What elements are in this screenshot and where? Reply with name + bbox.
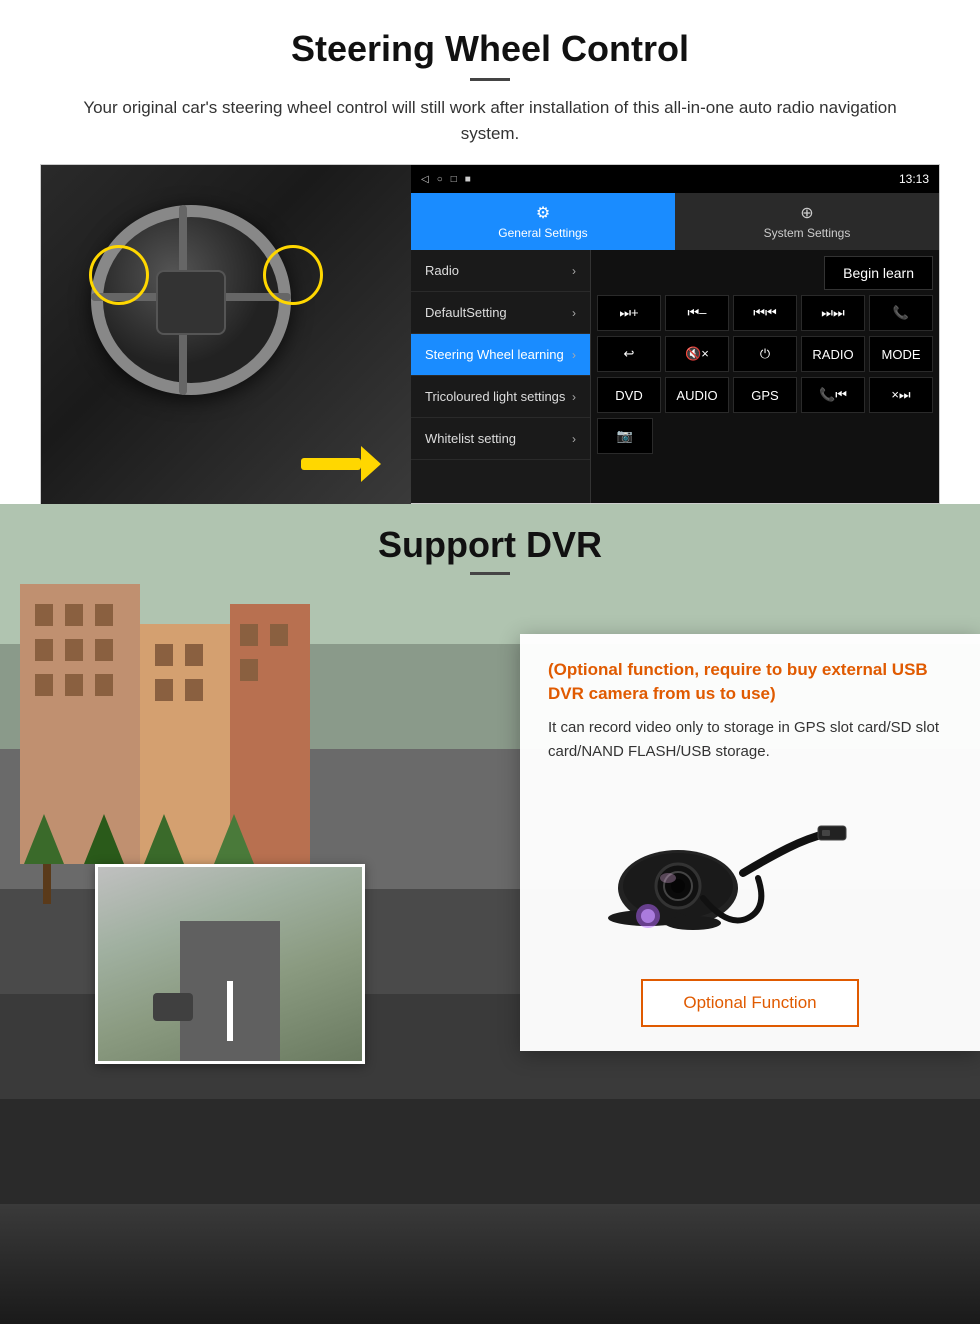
arrow-head	[361, 446, 381, 482]
back-nav-icon[interactable]: ◁	[421, 174, 429, 185]
dvr-title-divider	[470, 572, 510, 575]
android-statusbar: ◁ ○ □ ■ 13:13	[411, 165, 939, 193]
window	[35, 639, 53, 661]
menu-item-whitelist[interactable]: Whitelist setting ›	[411, 418, 590, 460]
tree-top	[84, 814, 124, 864]
window	[240, 624, 258, 646]
window	[185, 644, 203, 666]
gear-icon: ⚙	[417, 203, 669, 223]
chevron-icon: ›	[572, 348, 576, 362]
recent-nav-icon[interactable]: □	[451, 174, 457, 185]
window	[35, 674, 53, 696]
mute-next-button[interactable]: ×⏭	[869, 377, 933, 413]
window	[185, 679, 203, 701]
menu-panel: Radio › DefaultSetting › Steering Wheel …	[411, 250, 591, 503]
dvr-description: It can record video only to storage in G…	[548, 716, 952, 764]
dvr-button[interactable]: 📷	[597, 418, 653, 454]
ctrl-row-4: 📷	[597, 418, 933, 454]
tab-general-settings[interactable]: ⚙ General Settings	[411, 193, 675, 250]
dvr-optional-text: (Optional function, require to buy exter…	[548, 658, 952, 706]
radio-button[interactable]: RADIO	[801, 336, 865, 372]
tab-general-label: General Settings	[498, 226, 587, 240]
window	[240, 659, 258, 681]
phone-prev-button[interactable]: 📞⏮	[801, 377, 865, 413]
next-track-button[interactable]: ⏭⏭	[801, 295, 865, 331]
window	[65, 639, 83, 661]
window	[35, 604, 53, 626]
begin-learn-button[interactable]: Begin learn	[824, 256, 933, 290]
tree-trunk	[43, 864, 51, 904]
vol-down-button[interactable]: ⏮–	[665, 295, 729, 331]
control-panel: Begin learn ⏭+ ⏮– ⏮⏮ ⏭⏭ 📞 ↩ 🔇× ⏻	[591, 250, 939, 503]
ctrl-row-2: ↩ 🔇× ⏻ RADIO MODE	[597, 336, 933, 372]
tree-top	[214, 814, 254, 864]
phone-button[interactable]: 📞	[869, 295, 933, 331]
tree-top	[24, 814, 64, 864]
tab-system-label: System Settings	[764, 226, 851, 240]
steering-photo	[41, 165, 411, 505]
tree-top	[144, 814, 184, 864]
chevron-icon: ›	[572, 306, 576, 320]
dvr-title-overlay: Support DVR	[0, 524, 980, 575]
menu-nav-icon[interactable]: ■	[465, 174, 471, 185]
dashboard-strip	[0, 1204, 980, 1324]
dvr-section-title: Support DVR	[378, 524, 602, 566]
arrow-graphic	[301, 435, 381, 485]
ctrl-row-3: DVD AUDIO GPS 📞⏮ ×⏭	[597, 377, 933, 413]
subtitle-text: Your original car's steering wheel contr…	[80, 95, 900, 146]
window	[155, 644, 173, 666]
mute-button[interactable]: 🔇×	[665, 336, 729, 372]
audio-button[interactable]: AUDIO	[665, 377, 729, 413]
mode-button[interactable]: MODE	[869, 336, 933, 372]
window	[95, 639, 113, 661]
android-content: Radio › DefaultSetting › Steering Wheel …	[411, 250, 939, 503]
android-tabs: ⚙ General Settings ⊕ System Settings	[411, 193, 939, 250]
window	[95, 604, 113, 626]
optional-function-button[interactable]: Optional Function	[641, 979, 858, 1027]
status-time: 13:13	[899, 172, 929, 186]
tree	[30, 814, 64, 904]
window	[155, 679, 173, 701]
globe-icon: ⊕	[681, 203, 933, 223]
steering-wheel-section: Steering Wheel Control Your original car…	[0, 0, 980, 504]
window	[65, 674, 83, 696]
power-button[interactable]: ⏻	[733, 336, 797, 372]
window	[65, 604, 83, 626]
dvr-camera-graphic	[548, 778, 848, 958]
wheel-hub	[156, 270, 226, 335]
ctrl-row-1: ⏭+ ⏮– ⏮⏮ ⏭⏭ 📞	[597, 295, 933, 331]
tab-system-settings[interactable]: ⊕ System Settings	[675, 193, 939, 250]
menu-item-steering-wheel[interactable]: Steering Wheel learning ›	[411, 334, 590, 376]
gps-button[interactable]: GPS	[733, 377, 797, 413]
dvr-infobox: (Optional function, require to buy exter…	[520, 634, 980, 1051]
chevron-icon: ›	[572, 432, 576, 446]
begin-learn-row: Begin learn	[597, 256, 933, 290]
android-panel: ◁ ○ □ ■ 13:13 ⚙ General Settings ⊕ Syste…	[411, 165, 939, 503]
nav-icons: ◁ ○ □ ■	[421, 174, 899, 185]
dvd-button[interactable]: DVD	[597, 377, 661, 413]
chevron-icon: ›	[572, 390, 576, 404]
menu-item-tricoloured[interactable]: Tricoloured light settings ›	[411, 376, 590, 418]
preview-car	[153, 993, 193, 1021]
home-nav-icon[interactable]: ○	[437, 174, 443, 185]
prev-track-button[interactable]: ⏮⏮	[733, 295, 797, 331]
page-title: Steering Wheel Control	[40, 28, 940, 70]
highlight-circle-left	[89, 245, 149, 305]
dvr-preview-image	[95, 864, 365, 1064]
steering-wheel-graphic	[81, 195, 331, 415]
window	[95, 674, 113, 696]
menu-item-radio[interactable]: Radio ›	[411, 250, 590, 292]
vol-up-button[interactable]: ⏭+	[597, 295, 661, 331]
preview-road-line	[227, 981, 233, 1041]
hang-up-button[interactable]: ↩	[597, 336, 661, 372]
highlight-circle-right	[263, 245, 323, 305]
steering-demo: ◁ ○ □ ■ 13:13 ⚙ General Settings ⊕ Syste…	[40, 164, 940, 504]
window	[270, 624, 288, 646]
chevron-icon: ›	[572, 264, 576, 278]
dvr-background: Support DVR (Optional function, require …	[0, 504, 980, 1204]
arrow-body	[301, 458, 361, 470]
menu-item-defaultsetting[interactable]: DefaultSetting ›	[411, 292, 590, 334]
title-divider	[470, 78, 510, 81]
dvr-section: Support DVR (Optional function, require …	[0, 504, 980, 1324]
